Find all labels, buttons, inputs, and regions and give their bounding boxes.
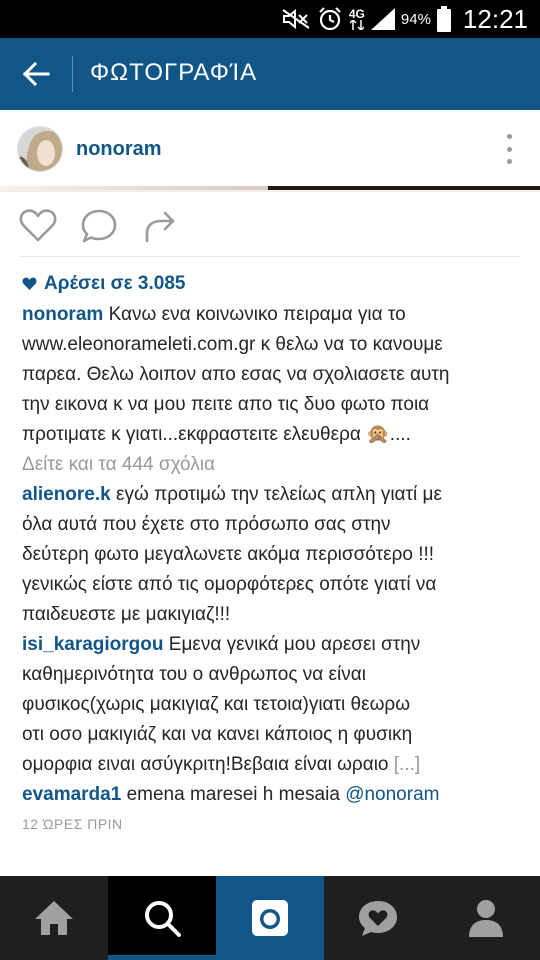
- caption-username[interactable]: nonoram: [22, 304, 103, 325]
- comment-bubble-icon: [81, 209, 117, 243]
- camera-icon: [252, 900, 288, 936]
- caption-line: www.eleonorameleti.com.gr κ θελω να το κ…: [22, 334, 443, 355]
- like-button[interactable]: [18, 208, 58, 244]
- likes-text: Αρέσει σε 3.085: [44, 273, 186, 294]
- search-icon: [145, 901, 181, 937]
- comment: evamarda1 emena maresei h mesaia @nonora…: [22, 780, 522, 810]
- nav-activity[interactable]: [324, 876, 432, 960]
- post-content: Αρέσει σε 3.085 nonoram Κανω ενα κοινωνι…: [22, 268, 522, 832]
- caption-line: παρεα. Θελω λοιπον απο εσας να σχολιασετ…: [22, 364, 450, 385]
- comment-username[interactable]: isi_karagiorgou: [22, 634, 164, 655]
- back-button[interactable]: [14, 54, 58, 94]
- share-arrow-icon: [145, 211, 175, 243]
- comment-line: ομορφια ειναι ασύγκριτη!Βεβαια είναι ωρα…: [22, 754, 389, 775]
- more-dot: [506, 146, 512, 152]
- app-bar: ΦΩΤΟΓΡΑΦΊΑ: [0, 38, 540, 110]
- comment-username[interactable]: evamarda1: [22, 784, 121, 805]
- heart-outline-icon: [19, 209, 57, 242]
- comment: alienore.k εγώ προτιμώ την τελείως απλη …: [22, 480, 522, 630]
- avatar[interactable]: [17, 126, 63, 172]
- nav-camera[interactable]: [216, 876, 324, 960]
- activity-heart-icon: [359, 901, 397, 936]
- comment-line: παιδευεστε με μακιγιαζ!!!: [22, 604, 231, 625]
- nav-home[interactable]: [0, 876, 108, 960]
- status-bar: 4G 94% 12:21: [0, 0, 540, 38]
- comment: isi_karagiorgou Εμενα γενικά μου αρεσει …: [22, 630, 522, 780]
- photo-right-edge: [268, 186, 540, 190]
- caption: nonoram Κανω ενα κοινωνικο πειραμα για τ…: [22, 300, 522, 450]
- more-options-button[interactable]: [502, 134, 516, 164]
- battery-percent: 94%: [400, 10, 431, 28]
- comment-line: φυσικος(χωρις μακιγιαζ και τετοια)γιατι …: [22, 694, 411, 715]
- view-all-comments-link[interactable]: Δείτε και τα 444 σχόλια: [22, 450, 522, 480]
- heart-filled-icon: [22, 277, 37, 291]
- post-timestamp: 12 ΏΡΕΣ ΠΡΙΝ: [22, 816, 123, 832]
- network-4g-icon: 4G: [349, 0, 365, 38]
- nav-search[interactable]: [108, 876, 216, 960]
- signal-icon: [370, 0, 395, 38]
- actions-divider: [20, 256, 520, 257]
- app-bar-divider: [72, 56, 73, 92]
- more-dot: [506, 159, 512, 164]
- comment-line: καθημερινότητα του ο ανθρωπος να είναι: [22, 664, 366, 685]
- comment-username[interactable]: alienore.k: [22, 484, 111, 505]
- back-arrow-icon: [22, 61, 50, 87]
- page-title: ΦΩΤΟΓΡΑΦΊΑ: [90, 59, 258, 86]
- caption-line: την εικονα κ να μου πειτε απο τις δυο φω…: [22, 394, 430, 415]
- more-dot: [506, 134, 512, 139]
- bottom-nav: [0, 876, 540, 960]
- comment-line: δεύτερη φωτο μεγαλωνετε ακόμα περισσότερ…: [22, 544, 435, 565]
- profile-icon: [469, 900, 503, 937]
- battery-icon: [436, 0, 451, 38]
- comment-button[interactable]: [79, 208, 119, 244]
- comment-line: οτι οσο μακιγιάζ και να κανει κάποιος η …: [22, 724, 413, 745]
- caption-line: προτιματε κ γιατι...εκφραστειτε ελευθερα…: [22, 424, 411, 445]
- comment-more-link[interactable]: [...]: [394, 754, 420, 775]
- mute-icon: [281, 0, 311, 38]
- post-username[interactable]: nonoram: [76, 138, 162, 161]
- clock: 12:21: [462, 3, 528, 34]
- nav-profile[interactable]: [432, 876, 540, 960]
- comment-text: emena maresei h mesaia: [126, 784, 340, 805]
- post-actions: [0, 192, 540, 258]
- comment-line: όλα αυτά που έχετε στο πρόσωπο σας στην: [22, 514, 391, 535]
- comment-line: Εμενα γενικά μου αρεσει στην: [168, 634, 421, 655]
- photo-left-edge: [0, 186, 268, 190]
- home-icon: [35, 901, 73, 935]
- likes-count[interactable]: Αρέσει σε 3.085: [22, 268, 522, 300]
- alarm-icon: [317, 0, 343, 38]
- post-header: nonoram: [0, 110, 540, 188]
- comment-mention[interactable]: @nonoram: [345, 784, 439, 805]
- share-button[interactable]: [139, 208, 179, 244]
- caption-line: Κανω ενα κοινωνικο πειραμα για το: [108, 304, 406, 325]
- comment-line: εγώ προτιμώ την τελείως απλη γιατί με: [116, 484, 442, 505]
- comment-line: γενικώς είστε από τις ομορφότερες οπότε …: [22, 574, 437, 595]
